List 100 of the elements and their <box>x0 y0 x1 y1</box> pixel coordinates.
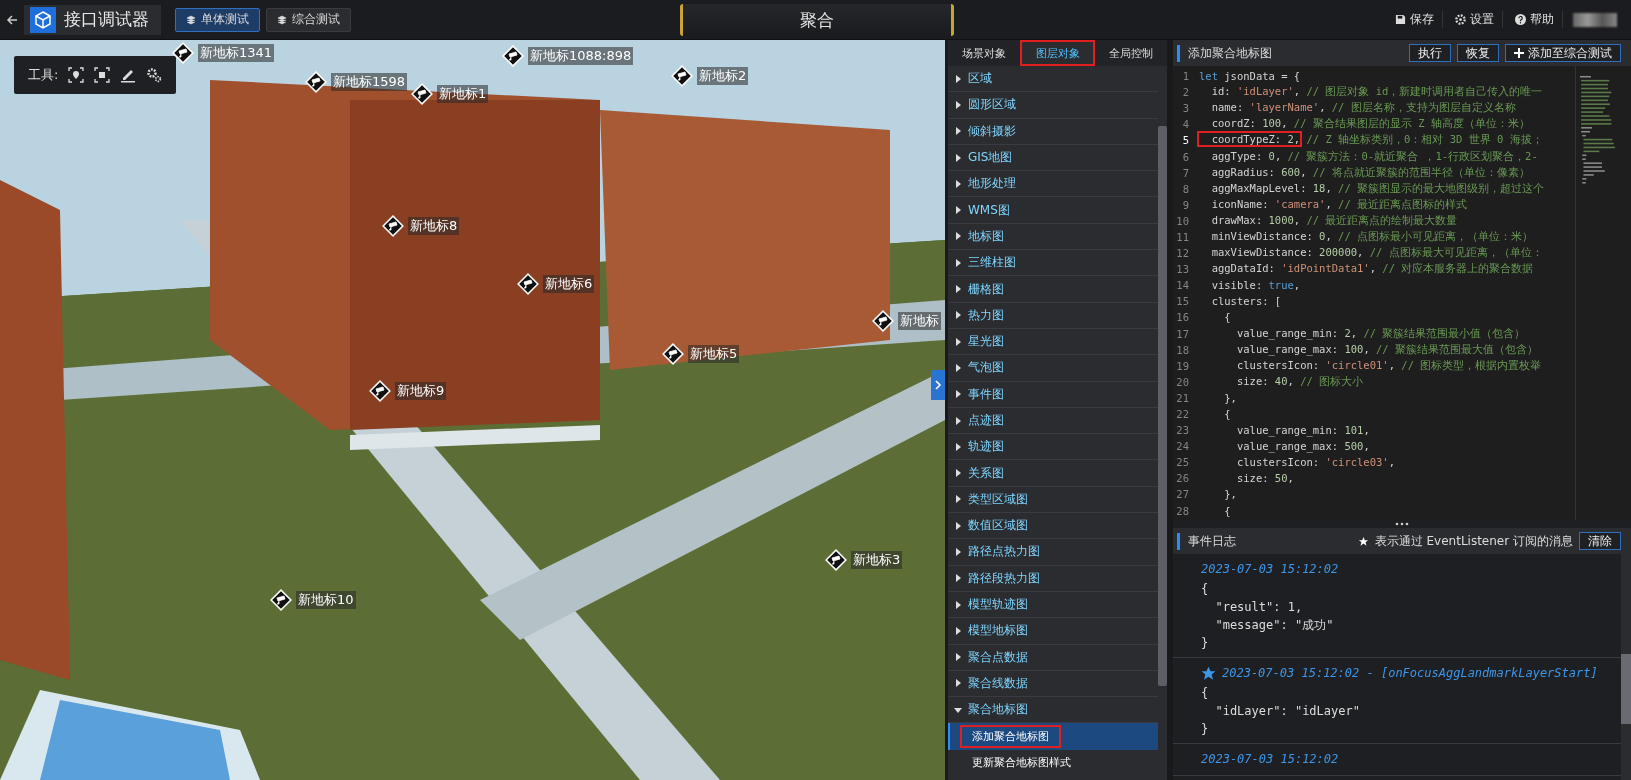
code-line: { <box>1223 504 1231 517</box>
line-number: 17 <box>1175 327 1190 340</box>
code-line: value_range_max: 500, <box>1235 440 1370 453</box>
line-number: 23 <box>1175 424 1190 437</box>
line-number: 2 <box>1181 86 1190 99</box>
code-line: coordTypeZ: 2, // Z 轴坐标类别，0：相对 3D 世界 0 海拔； <box>1193 133 1543 148</box>
log-line: { <box>1201 581 1210 598</box>
settings-icon[interactable] <box>146 67 163 83</box>
code-line: maxViewDistance: 200000, // 点图标最大可见距离，（单位： <box>1210 246 1543 261</box>
code-line: minViewDistance: 0, // 点图标最小可见距离，（单位：米） <box>1210 230 1534 244</box>
panel-tab[interactable]: 场景对象 <box>948 40 1020 66</box>
marker-label: 新地标3 <box>851 551 903 569</box>
help-button[interactable]: 帮助 <box>1507 11 1563 28</box>
code-line: clustersIcon: 'circle03', <box>1235 456 1395 469</box>
marker-label: 新地标1 <box>437 85 489 103</box>
marker-label: 新地标6 <box>543 275 595 293</box>
log-line: "message": "成功" <box>1214 617 1335 634</box>
panel-tab[interactable]: 全局控制 <box>1095 40 1167 66</box>
line-number: 7 <box>1181 166 1190 179</box>
code-line: id: 'idLayer', // 图层对象 id，新建时调用者自己传入的唯一 <box>1210 85 1543 100</box>
code-line: value_range_min: 2, // 聚簇结果范围最小值（包含） <box>1235 326 1526 341</box>
star-icon <box>1201 665 1216 681</box>
resize-handle[interactable] <box>1395 522 1409 526</box>
mode-tab[interactable]: 单体测试 <box>175 7 260 32</box>
code-line: aggType: 0, // 聚簇方法：0-就近聚合 ，1-行政区划聚合，2- <box>1210 149 1538 164</box>
line-number: 12 <box>1175 247 1190 260</box>
log-line: "idLayer": "idLayer" <box>1214 703 1361 720</box>
line-number: 13 <box>1175 263 1190 276</box>
save-icon <box>1395 14 1406 25</box>
editor-title: 添加聚合地标图 <box>1177 44 1272 62</box>
tool-label: 工具: <box>28 66 59 84</box>
log-line: "result": 1, <box>1214 599 1304 616</box>
tree-item[interactable]: 倾斜摄影 <box>948 118 1158 145</box>
line-number: 27 <box>1175 488 1190 501</box>
code-line: aggRadius: 600, // 将点就近聚簇的范围半径（单位：像素） <box>1210 165 1530 180</box>
marker-label: 新地标8 <box>408 217 460 235</box>
log-timestamp: 2023-07-03 15:12:02 - [onFocusAggLandmarkLayerStart] <box>1222 666 1598 680</box>
page-title: 聚合 <box>800 8 834 32</box>
marker-label: 新地标 <box>898 312 941 330</box>
action-button[interactable]: 执行 <box>1409 44 1451 62</box>
line-number: 24 <box>1175 440 1190 453</box>
scrollbar-thumb[interactable] <box>1621 654 1631 724</box>
tree-subitem[interactable]: 添加聚合地标图 <box>948 723 1158 750</box>
star-icon <box>1357 535 1369 547</box>
code-line: { <box>1223 311 1231 324</box>
code-line: value_range_min: 101, <box>1235 424 1370 437</box>
line-number: 20 <box>1175 375 1190 388</box>
pen-icon[interactable] <box>120 67 137 83</box>
line-number: 4 <box>1181 118 1190 131</box>
line-number: 25 <box>1175 456 1190 469</box>
line-number: 16 <box>1175 311 1190 324</box>
mode-tab[interactable]: 综合测试 <box>266 7 351 32</box>
code-line: size: 50, <box>1235 472 1294 485</box>
help-icon <box>1515 14 1526 25</box>
marker-label: 新地标1598 <box>331 73 408 91</box>
line-number: 5 <box>1181 134 1190 147</box>
line-number: 22 <box>1175 408 1190 420</box>
log-timestamp: 2023-07-03 15:12:02 <box>1201 562 1339 576</box>
add-button[interactable]: 添加至综合测试 <box>1505 44 1621 62</box>
line-number: 19 <box>1175 359 1190 372</box>
code-line: size: 40, // 图标大小 <box>1235 374 1364 389</box>
code-line: clustersIcon: 'circle01', // 图标类型，根据内置枚举 <box>1235 358 1542 373</box>
collapse-button[interactable] <box>931 370 945 400</box>
marker-label: 新地标10 <box>296 591 356 609</box>
plus-icon <box>1514 48 1524 58</box>
settings-button[interactable]: 设置 <box>1447 11 1503 28</box>
log-timestamp: 2023-07-03 15:12:02 <box>1201 752 1339 766</box>
panel-tab[interactable]: 图层对象 <box>1019 40 1096 66</box>
save-button[interactable]: 保存 <box>1387 11 1443 28</box>
layers-icon <box>277 14 287 25</box>
app-title: 接口调试器 <box>64 8 149 31</box>
log-line: } <box>1201 635 1210 652</box>
marker-label: 新地标1341 <box>198 44 275 62</box>
line-number: 26 <box>1175 472 1190 485</box>
code-line: iconName: 'camera', // 最近距离点图标的样式 <box>1210 197 1468 212</box>
locate-icon[interactable] <box>68 67 85 83</box>
tree-subitem[interactable]: 更新聚合地标图样式 <box>948 749 1158 776</box>
settings-icon <box>1455 14 1466 25</box>
frame-select-icon[interactable] <box>94 67 111 83</box>
code-line: aggMaxMapLevel: 18, // 聚簇图显示的最大地图级别，超过这个 <box>1210 181 1545 196</box>
line-number: 8 <box>1181 182 1190 195</box>
code-line: }, <box>1223 391 1237 404</box>
line-number: 9 <box>1181 198 1190 211</box>
chevron-right-icon <box>934 379 942 391</box>
clear-button[interactable]: 清除 <box>1579 532 1621 550</box>
code-line: { <box>1223 408 1231 420</box>
scrollbar-thumb[interactable] <box>1158 126 1167 686</box>
marker-label: 新地标1088:898 <box>528 47 634 65</box>
code-line: coordZ: 100, // 聚合结果图层的显示 Z 轴高度（单位：米） <box>1210 117 1530 132</box>
line-number: 3 <box>1181 102 1190 115</box>
code-line: name: 'layerName', // 图层名称，支持为图层自定义名称 <box>1210 101 1516 116</box>
code-line: let jsonData = { <box>1198 70 1301 83</box>
code-line: drawMax: 1000, // 最近距离点的绘制最大数量 <box>1210 213 1458 228</box>
code-line: clusters: [ <box>1210 295 1282 308</box>
line-number: 6 <box>1181 150 1190 163</box>
line-number: 11 <box>1175 231 1190 243</box>
legend-text: 表示通过 EventListener 订阅的消息 <box>1374 532 1573 550</box>
action-button[interactable]: 恢复 <box>1457 44 1499 62</box>
line-number: 1 <box>1181 70 1190 83</box>
line-number: 21 <box>1175 391 1190 404</box>
